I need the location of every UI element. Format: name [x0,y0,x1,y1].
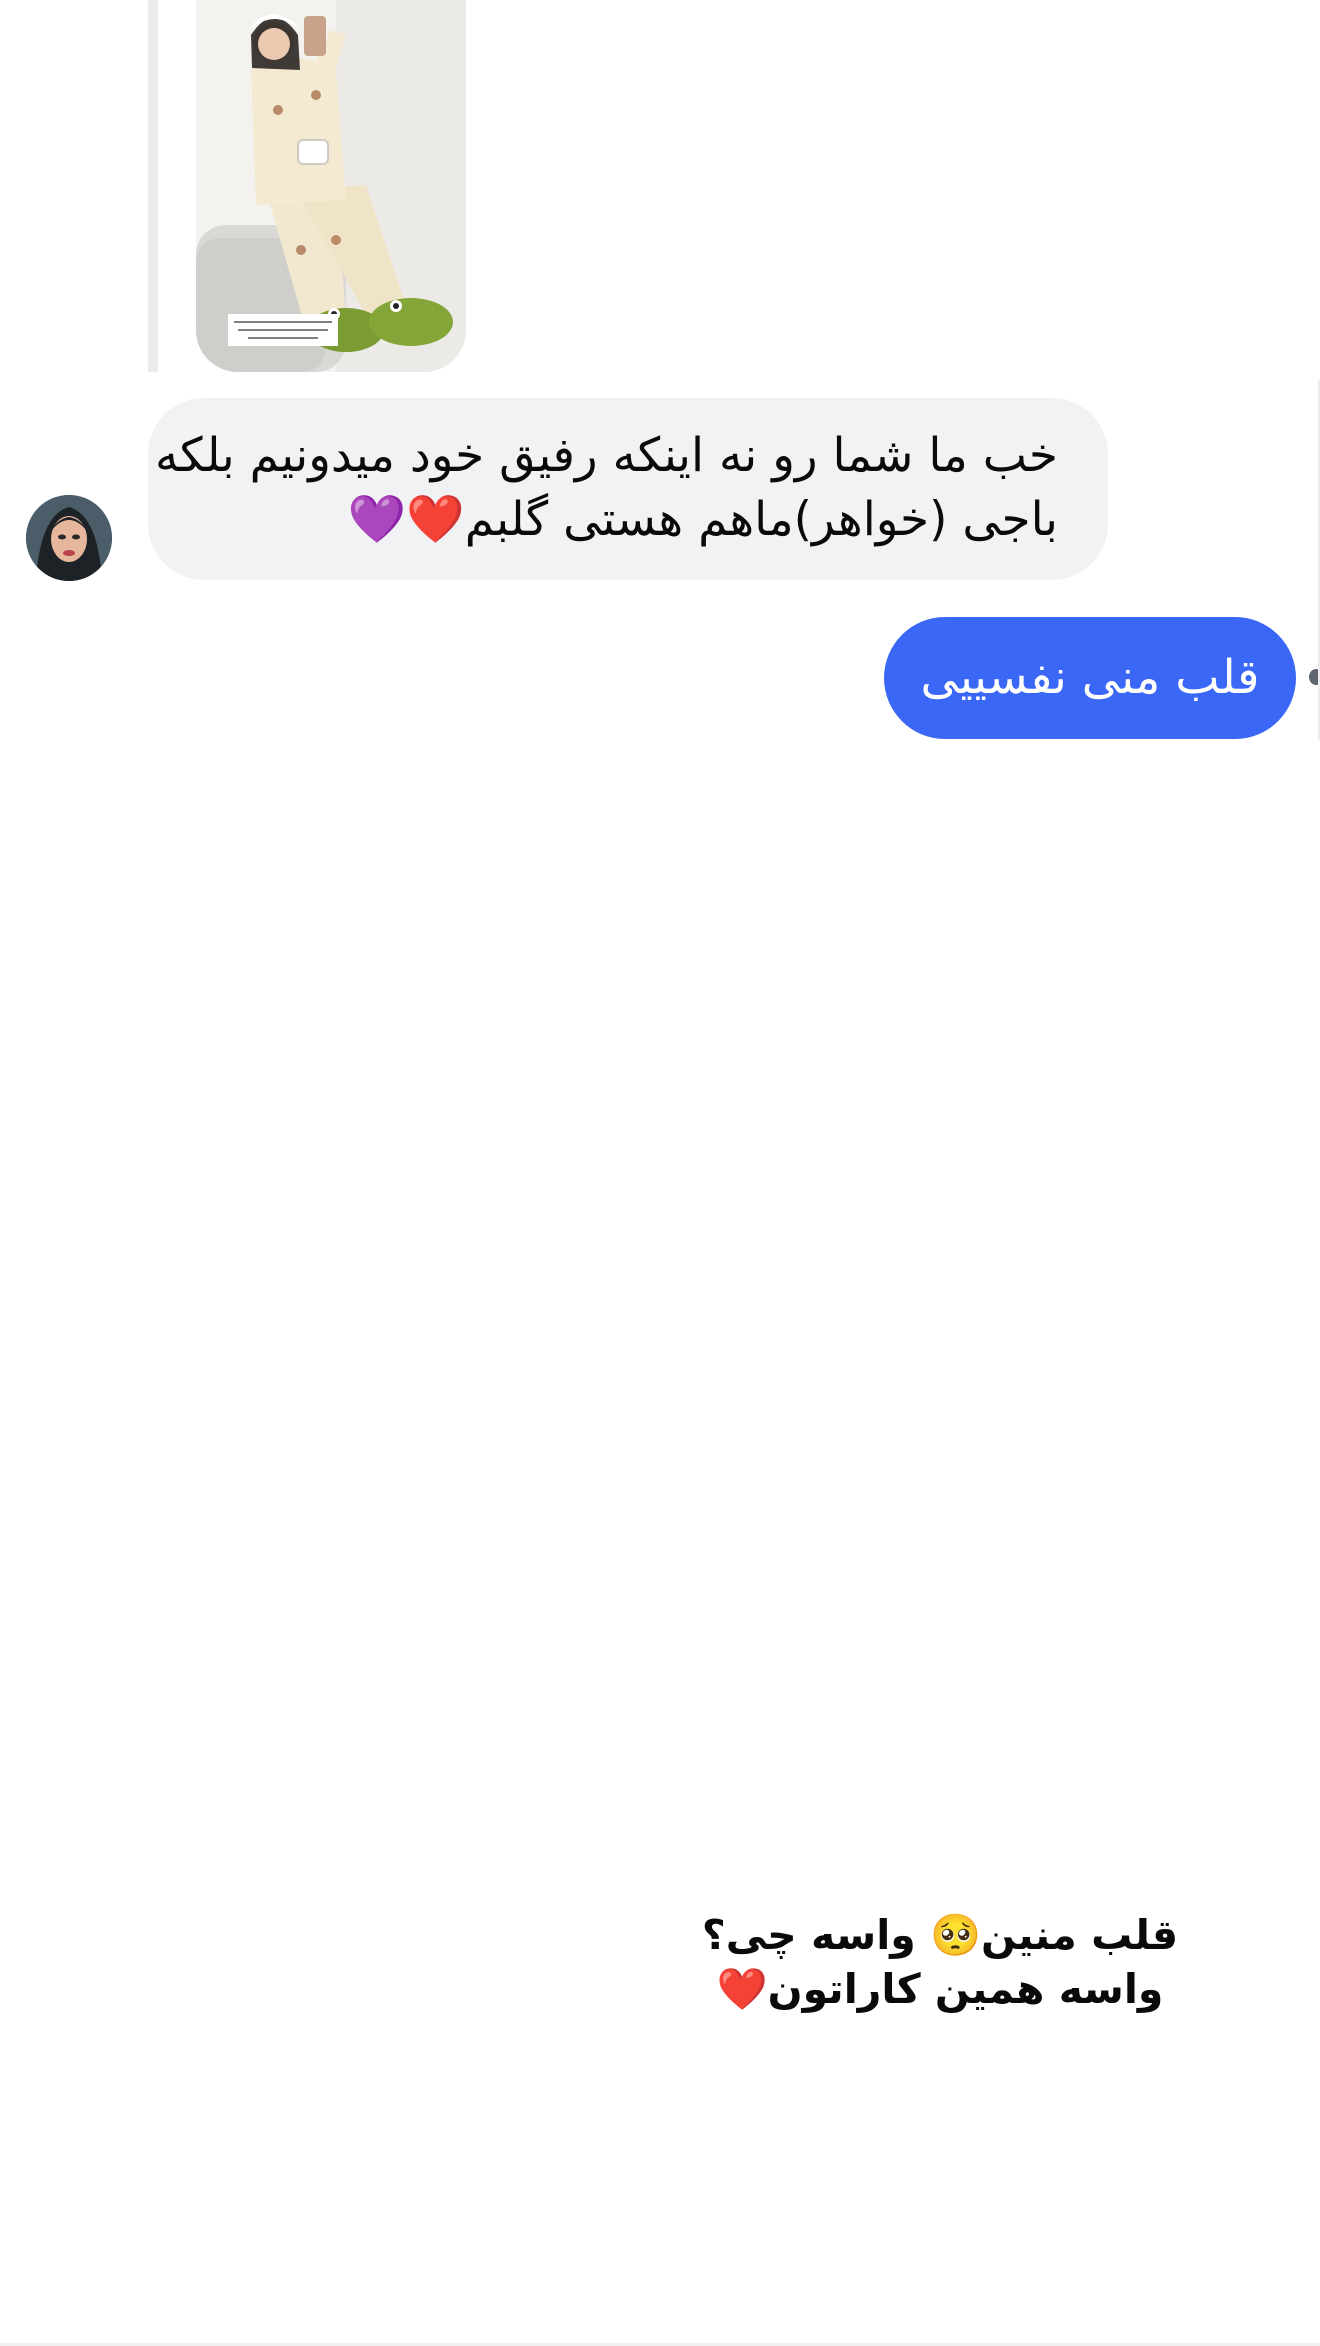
caption-line-1: قلب منین🥺 واسه چی؟ [701,1911,1179,1959]
sender-avatar[interactable] [26,495,112,581]
incoming-message-line-2: باجی (خواهر)ماهم هستی گلبم❤️💜 [347,492,1058,547]
incoming-message-bubble[interactable]: خب ما شما رو نه اینکه رفیق خود میدونیم ب… [148,398,1108,580]
incoming-message-line-1: خب ما شما رو نه اینکه رفیق خود میدونیم ب… [154,428,1058,483]
overlay-caption: قلب منین🥺 واسه چی؟ واسه همین کاراتون❤️ [660,1908,1220,2016]
avatar-portrait-icon [26,495,112,581]
reply-quote-bar [148,0,158,372]
replied-photo[interactable] [196,0,466,372]
outgoing-message-bubble[interactable]: قلب منی نفسییی [884,617,1296,739]
caption-line-2: واسه همین کاراتون❤️ [716,1965,1164,2013]
photo-woman-in-pajamas [196,0,466,372]
